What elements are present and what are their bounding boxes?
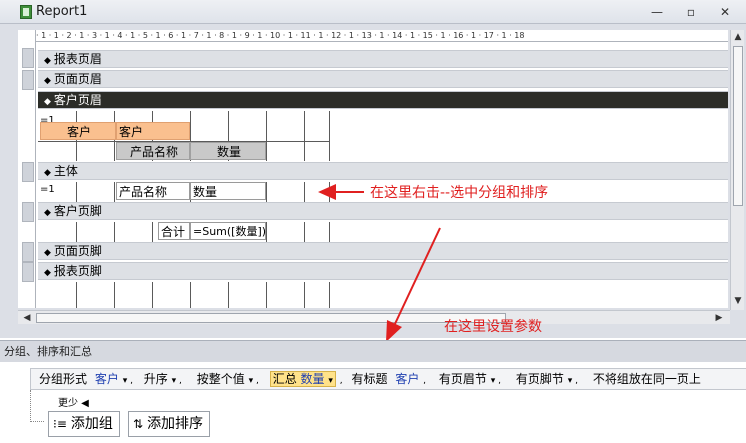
chevron-down-icon[interactable]: ▾ ,	[249, 376, 262, 386]
add-group-button[interactable]: ⁝≡ 添加组	[48, 411, 120, 437]
header-section-dropdown[interactable]: 有页眉节	[439, 372, 487, 386]
annotation-right-click: 在这里右击--选中分组和排序	[370, 185, 549, 201]
arrow-head	[318, 184, 336, 200]
totals-field: 数量	[300, 372, 325, 386]
less-options-link[interactable]: 更少 ◀	[58, 394, 89, 409]
group-interval-dropdown[interactable]: 按整个值	[197, 372, 245, 386]
title-value-link[interactable]: 客户	[395, 372, 419, 386]
chevron-down-icon[interactable]: ▾ ,	[123, 376, 136, 386]
totals-prefix: 汇总	[272, 372, 297, 386]
title-label: 有标题	[351, 372, 388, 386]
chevron-down-icon[interactable]: ▾ ,	[568, 376, 581, 386]
totals-dropdown: 汇总 数量 ▾	[269, 371, 336, 387]
arrow-head	[386, 320, 402, 342]
annotation-set-params: 在这里设置参数	[444, 319, 542, 335]
add-sort-label: 添加排序	[147, 416, 204, 432]
sort-az-icon: ⇅	[133, 417, 144, 431]
chevron-down-icon[interactable]: ▾	[328, 376, 333, 386]
group-level-row[interactable]: 分组形式 客户 ▾ , 升序 ▾ , 按整个值 ▾ , 汇总 数量 ▾ , 有标…	[30, 368, 746, 390]
group-field-dropdown[interactable]: 客户	[95, 372, 119, 386]
arrow-line	[393, 227, 441, 327]
group-by-label: 分组形式	[39, 372, 88, 386]
sort-order-dropdown[interactable]: 升序	[144, 372, 168, 386]
add-sort-button[interactable]: ⇅ 添加排序	[128, 411, 211, 437]
group-tree-connector	[30, 390, 44, 422]
chevron-down-icon[interactable]: ▾ ,	[172, 376, 185, 386]
footer-section-dropdown[interactable]: 有页脚节	[516, 372, 564, 386]
add-group-label: 添加组	[70, 416, 113, 432]
group-sort-panel-title: 分组、排序和汇总	[0, 340, 746, 362]
keep-together-dropdown[interactable]: 不将组放在同一页上	[593, 372, 701, 386]
add-group-icon: ⁝≡	[53, 417, 67, 431]
chevron-down-icon[interactable]: ▾ ,	[491, 376, 504, 386]
